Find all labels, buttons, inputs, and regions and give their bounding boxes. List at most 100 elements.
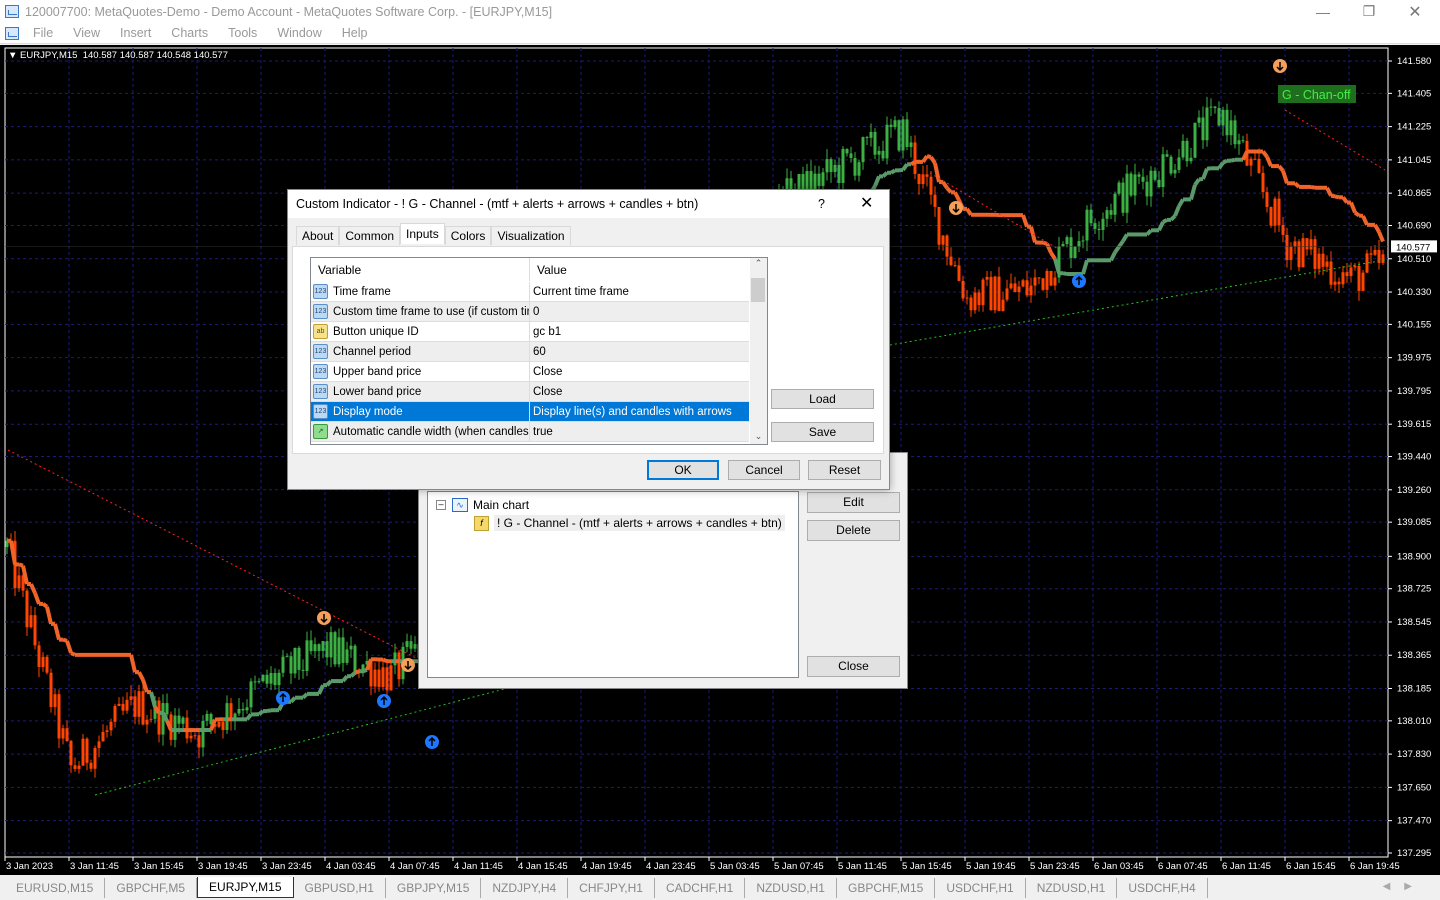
candle-body [1081, 240, 1085, 242]
chart-tab[interactable]: GBPUSD,H1 [294, 878, 386, 898]
column-variable[interactable]: Variable [311, 258, 530, 281]
collapse-icon[interactable]: – [436, 500, 446, 510]
chart-tab[interactable]: GBPCHF,M5 [105, 878, 198, 898]
scroll-up-icon[interactable]: ⌃ [750, 258, 767, 269]
menu-charts[interactable]: Charts [171, 26, 208, 40]
menu-tools[interactable]: Tools [228, 26, 257, 40]
candle-body [1097, 228, 1101, 230]
delete-button[interactable]: Delete [807, 520, 900, 541]
scroll-thumb[interactable] [751, 278, 765, 302]
value-cell[interactable]: 0 [530, 302, 749, 321]
menu-file[interactable]: File [33, 26, 53, 40]
value-cell[interactable]: Current time frame [530, 282, 749, 301]
variable-cell[interactable]: 123 Lower band price [311, 382, 530, 401]
variable-cell[interactable]: 123 Channel period [311, 342, 530, 361]
menu-window[interactable]: Window [277, 26, 321, 40]
tab-inputs[interactable]: Inputs [400, 223, 445, 244]
variable-cell[interactable]: 123 Upper band price [311, 362, 530, 381]
input-row[interactable]: 123 Channel period 60 [311, 342, 749, 362]
channel-line-segment [1117, 239, 1125, 248]
chart-tab[interactable]: EURJPY,M15 [197, 877, 294, 898]
chart-tab[interactable]: USDCHF,H4 [1117, 878, 1208, 898]
input-row[interactable]: 123 Upper band price Close [311, 362, 749, 382]
input-row[interactable]: 123 Lower band price Close [311, 382, 749, 402]
input-row[interactable]: 123 Custom time frame to use (if custom t… [311, 302, 749, 322]
cancel-button[interactable]: Cancel [728, 460, 800, 480]
restore-button[interactable]: ❐ [1346, 0, 1392, 23]
minimize-button[interactable]: — [1300, 0, 1346, 23]
channel-toggle-label[interactable]: G - Chan-off [1282, 88, 1351, 102]
close-window-button[interactable]: ✕ [1392, 0, 1438, 23]
tab-visualization[interactable]: Visualization [491, 226, 571, 245]
variable-cell[interactable]: ↗ Automatic candle width (when candles... [311, 422, 530, 441]
tab-scroll-arrows[interactable]: ◀▶ [1383, 881, 1426, 892]
channel-line-segment [926, 154, 932, 159]
variable-cell[interactable]: 123 Display mode [311, 402, 530, 421]
channel-line-segment [933, 162, 941, 183]
menu-help[interactable]: Help [342, 26, 368, 40]
tab-common[interactable]: Common [339, 226, 401, 245]
indicator-item[interactable]: f ! G - Channel - (mtf + alerts + arrows… [474, 515, 785, 531]
channel-line-segment [1325, 186, 1333, 197]
chart-window-icon[interactable] [5, 26, 19, 40]
candle-body [165, 703, 169, 715]
chart-tab[interactable]: NZDUSD,H1 [1026, 878, 1118, 898]
candle-body [897, 120, 901, 151]
candle-body [945, 235, 949, 257]
value-cell[interactable]: true [530, 422, 749, 441]
tab-about[interactable]: About [296, 226, 340, 245]
variable-cell[interactable]: 123 Custom time frame to use (if custom t… [311, 302, 530, 321]
upper-dotted-line [1284, 109, 1386, 171]
value-cell[interactable]: Close [530, 382, 749, 401]
input-row[interactable]: ↗ Automatic candle width (when candles...… [311, 422, 749, 442]
edit-button[interactable]: Edit [807, 492, 900, 513]
column-value[interactable]: Value [530, 258, 567, 281]
save-button[interactable]: Save [771, 422, 874, 442]
value-cell[interactable]: Close [530, 362, 749, 381]
string-type-icon: ab [313, 324, 328, 339]
chart-tab[interactable]: GBPCHF,M15 [837, 878, 936, 898]
tab-colors[interactable]: Colors [444, 226, 492, 245]
number-type-icon: 123 [313, 344, 328, 359]
variable-cell[interactable]: 123 Time frame [311, 282, 530, 301]
chart-tab[interactable]: USDCHF,H1 [935, 878, 1026, 898]
menu-insert[interactable]: Insert [120, 26, 151, 40]
input-row[interactable]: 123 Time frame Current time frame [311, 282, 749, 302]
variable-cell[interactable]: ab Button unique ID [311, 322, 530, 341]
input-row[interactable]: 123 Display mode Display line(s) and candl… [311, 402, 749, 422]
table-scrollbar[interactable]: ⌃ ⌄ [750, 258, 767, 444]
input-row[interactable]: ab Button unique ID gc b1 [311, 322, 749, 342]
load-button[interactable]: Load [771, 389, 874, 409]
channel-line-segment [362, 667, 368, 674]
value-cell[interactable]: Display line(s) and candles with arrows [530, 402, 749, 421]
candle-body [1265, 192, 1269, 207]
ok-button[interactable]: OK [647, 460, 719, 480]
chart-tab[interactable]: NZDUSD,H1 [745, 878, 837, 898]
help-button[interactable]: ? [818, 190, 825, 218]
candle-body [1241, 140, 1245, 142]
dialog-tabs: About Common Inputs Colors Visualization [296, 223, 571, 245]
tree-root[interactable]: – ∿ Main chart [436, 498, 529, 512]
number-type-icon: 123 [313, 364, 328, 379]
reset-button[interactable]: Reset [808, 460, 881, 480]
chart-tab[interactable]: CADCHF,H1 [655, 878, 746, 898]
menu-view[interactable]: View [73, 26, 100, 40]
candle-body [921, 174, 925, 185]
time-tick-label: 4 Jan 19:45 [582, 861, 632, 872]
chart-tab[interactable]: EURUSD,M15 [5, 878, 106, 898]
channel-line-segment [1293, 181, 1301, 189]
value-cell[interactable]: 60 [530, 342, 749, 361]
chart-tab[interactable]: NZDJPY,H4 [481, 878, 569, 898]
scroll-down-icon[interactable]: ⌄ [750, 431, 767, 442]
candle-body [97, 741, 101, 748]
channel-line-segment [1042, 240, 1048, 246]
chart-tab[interactable]: GBPJPY,M15 [386, 878, 482, 898]
price-tick-label: 137.295 [1397, 848, 1431, 859]
candle-body [305, 640, 309, 671]
value-cell[interactable]: gc b1 [530, 322, 749, 341]
close-button[interactable]: Close [807, 656, 900, 677]
variable-name: Button unique ID [333, 325, 419, 338]
candle-body [1185, 140, 1189, 162]
chart-tab[interactable]: CHFJPY,H1 [568, 878, 655, 898]
close-dialog-button[interactable]: ✕ [860, 190, 873, 218]
